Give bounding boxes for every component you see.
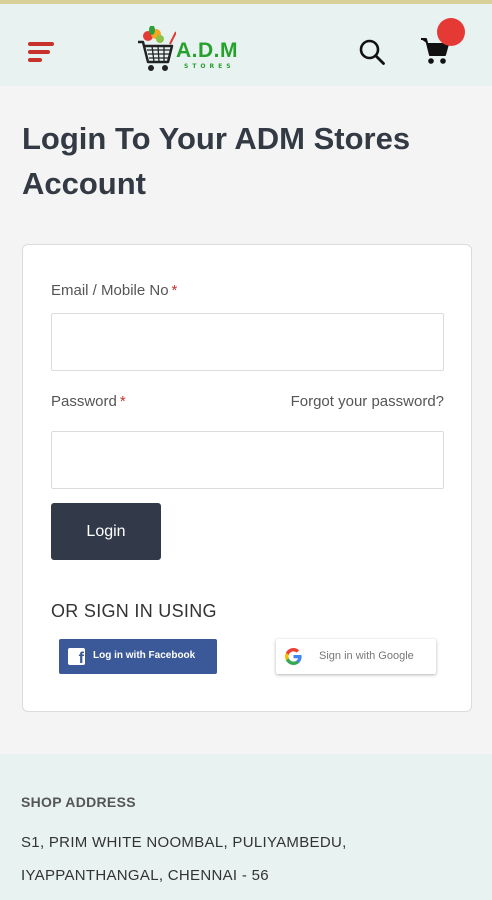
google-icon (285, 648, 302, 665)
app-header: A.D.M STORES (0, 4, 492, 86)
password-input[interactable] (51, 431, 444, 489)
search-icon[interactable] (358, 38, 386, 66)
logo-title: A.D.M (176, 39, 238, 62)
page-title: Login To Your ADM Stores Account (22, 121, 411, 201)
adm-stores-logo[interactable]: A.D.M STORES (134, 26, 244, 78)
address-line-1: S1, PRIM WHITE NOOMBAL, PULIYAMBEDU, (21, 834, 347, 851)
or-sign-in-heading: OR SIGN IN USING (51, 601, 217, 621)
password-label-text: Password (51, 393, 117, 410)
forgot-password-link[interactable]: Forgot your password? (291, 393, 444, 410)
password-label: Password * (51, 393, 126, 410)
logo-subtitle: STORES (184, 63, 235, 70)
login-card: Email / Mobile No * Password * Forgot your… (22, 244, 472, 712)
required-asterisk: * (119, 393, 126, 410)
google-signin-button[interactable]: Sign in with Google (276, 639, 436, 674)
facebook-login-button[interactable]: f Log in with Facebook (59, 639, 217, 674)
shop-address-heading: SHOP ADDRESS (21, 794, 136, 810)
shopping-cart-logo-icon (138, 26, 176, 71)
google-signin-label: Sign in with Google (319, 650, 414, 662)
facebook-icon: f (68, 648, 85, 667)
address-line-2: IYAPPANTHANGAL, CHENNAI - 56 (21, 867, 269, 884)
footer: SHOP ADDRESS S1, PRIM WHITE NOOMBAL, PUL… (0, 754, 492, 900)
required-asterisk: * (171, 282, 178, 299)
email-label-text: Email / Mobile No (51, 282, 169, 299)
cart-count-badge[interactable] (437, 18, 465, 46)
facebook-login-label: Log in with Facebook (93, 650, 196, 661)
hamburger-menu-icon[interactable] (28, 42, 56, 64)
login-button[interactable]: Login (51, 503, 161, 560)
email-mobile-input[interactable] (51, 313, 444, 371)
email-label: Email / Mobile No * (51, 282, 177, 299)
